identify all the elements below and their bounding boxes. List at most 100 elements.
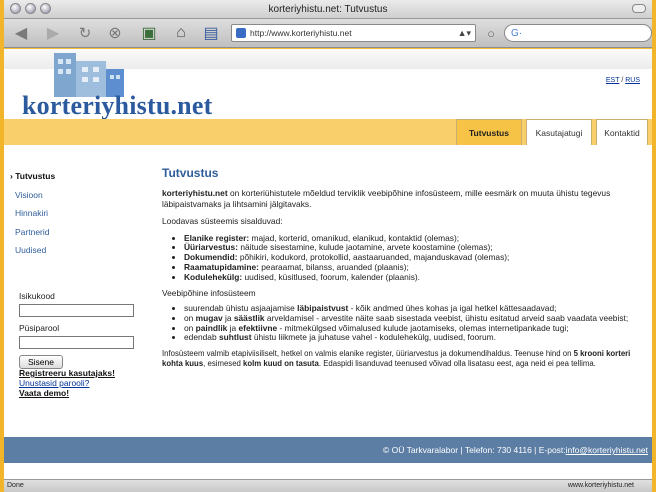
login-form: Isikukood Püsiparool Sisene xyxy=(19,291,149,369)
footer-email-link[interactable]: info@korteriyhistu.net xyxy=(566,445,648,455)
page-footer: © OÜ Tarkvaralabor | Telefon: 730 4116 |… xyxy=(4,437,652,463)
benefit-text: ja xyxy=(222,312,234,323)
list-item: Kodulehekülg: uudised, küsitlused, fooru… xyxy=(184,271,647,283)
module-desc: majad, korterid, omanikud, elanikud, kon… xyxy=(249,232,460,243)
benefits-list: suurendab ühistu asjaajamise läbipaistvu… xyxy=(184,302,647,343)
page-viewport: korteriyhistu.net EST / RUS Tutvustus Ka… xyxy=(4,49,652,479)
home-button[interactable]: ⌂ xyxy=(170,23,192,43)
url-bar[interactable]: http://www.korteriyhistu.net ▲▾ xyxy=(231,24,476,42)
site-brand-logo[interactable]: korteriyhistu.net xyxy=(22,91,212,121)
module-name: Raamatupidamine: xyxy=(184,261,259,272)
module-desc: näitude sisestamine, kulude jaotamine, a… xyxy=(238,242,493,253)
modules-heading: Loodavas süsteemis sisalduvad: xyxy=(162,216,283,226)
status-url: www.korteriyhistu.net xyxy=(567,482,634,489)
sidebar-item-visioon[interactable]: Visioon xyxy=(4,186,154,205)
benefit-text: on xyxy=(184,312,196,323)
module-name: Dokumendid: xyxy=(184,252,238,263)
bookmark-icon: ▣ xyxy=(141,25,157,42)
window-titlebar: korteriyhistu.net: Tutvustus xyxy=(4,0,652,19)
personal-code-input[interactable] xyxy=(19,304,134,317)
search-input[interactable]: G· xyxy=(504,24,652,42)
footer-text: © OÜ Tarkvaralabor | Telefon: 730 4116 |… xyxy=(382,445,566,455)
lang-rus-link[interactable]: RUS xyxy=(625,77,640,84)
benefit-text: on xyxy=(184,322,196,333)
language-switcher: EST / RUS xyxy=(606,77,640,84)
reload-button[interactable]: ↻ xyxy=(74,23,96,43)
password-label: Püsiparool xyxy=(19,323,60,333)
module-desc: pearaamat, bilanss, aruanded (plaanis); xyxy=(258,261,409,272)
benefit-keyword: säästlik xyxy=(233,312,265,323)
toolbar-toggle-button[interactable] xyxy=(632,4,646,13)
sidebar-item-tutvustus[interactable]: › Tutvustus xyxy=(4,167,154,186)
free-period-highlight: kolm kuud on tasuta xyxy=(243,358,319,368)
status-bar: Done www.korteriyhistu.net xyxy=(4,479,652,492)
benefit-keyword: efektiivne xyxy=(238,322,278,333)
forward-arrow-icon: ▶ xyxy=(46,25,60,42)
benefit-text: suurendab ühistu asjaajamise xyxy=(184,302,298,313)
main-content: Tutvustus korteriyhistu.net on korteriüh… xyxy=(162,166,647,375)
benefit-keyword: paindlik xyxy=(195,322,228,333)
module-desc: uudised, küsitlused, foorum, kalender (p… xyxy=(242,271,421,282)
modules-list: Elanike register: majad, korterid, omani… xyxy=(184,232,647,283)
go-icon: ○ xyxy=(487,25,495,41)
stop-button[interactable]: ⊗ xyxy=(104,23,126,43)
module-name: Kodulehekülg: xyxy=(184,271,243,282)
intro-paragraph: korteriyhistu.net on korteriühistutele m… xyxy=(162,188,647,209)
book-icon: ▤ xyxy=(203,25,219,42)
url-text: http://www.korteriyhistu.net xyxy=(250,28,352,38)
bookmark-button[interactable]: ▣ xyxy=(138,23,160,43)
closing-text: , esimesed xyxy=(203,358,244,368)
closing-text: Infosüsteem valmib etapiviisiliselt, het… xyxy=(162,349,574,359)
closing-paragraph: Infosüsteem valmib etapiviisiliselt, het… xyxy=(162,349,647,368)
history-button[interactable]: ▤ xyxy=(200,23,222,43)
go-button[interactable]: ○ xyxy=(482,23,500,43)
sidebar-item-hinnakiri[interactable]: Hinnakiri xyxy=(4,204,154,223)
module-name: Elanike register: xyxy=(184,232,250,243)
tab-kontaktid[interactable]: Kontaktid xyxy=(596,119,648,145)
benefit-text: - mitmekülgsed võimalused kulude jaotami… xyxy=(277,322,569,333)
login-button[interactable]: Sisene xyxy=(19,355,63,369)
demo-link[interactable]: Vaata demo! xyxy=(19,388,115,398)
forward-button[interactable]: ▶ xyxy=(40,23,66,43)
back-arrow-icon: ◀ xyxy=(14,25,28,42)
window-title: korteriyhistu.net: Tutvustus xyxy=(268,4,388,15)
intro-text: on korteriühistutele mõeldud terviklik v… xyxy=(162,188,611,209)
closing-text: . Edaspidi lisanduvad teenused võivad ol… xyxy=(318,358,596,368)
forgot-password-link[interactable]: Unustasid parooli? xyxy=(19,378,115,388)
benefit-text: edendab xyxy=(184,332,219,343)
benefit-keyword: mugav xyxy=(195,312,223,323)
register-link[interactable]: Registreeru kasutajaks! xyxy=(19,368,115,378)
stop-icon: ⊗ xyxy=(108,25,122,42)
module-desc: põhikiri, kodukord, protokollid, aastaar… xyxy=(237,252,510,263)
back-button[interactable]: ◀ xyxy=(8,23,34,43)
lock-icon: ▲▾ xyxy=(457,27,471,38)
browser-toolbar: ◀ ▶ ↻ ⊗ ▣ ⌂ ▤ http://www.korteriyhistu.n… xyxy=(4,19,652,48)
intro-brand: korteriyhistu.net xyxy=(162,188,228,198)
home-icon: ⌂ xyxy=(176,24,186,41)
search-engine-icon: G· xyxy=(511,27,523,39)
sidebar-item-uudised[interactable]: Uudised xyxy=(4,241,154,260)
benefit-text: ja xyxy=(227,322,239,333)
page-title: Tutvustus xyxy=(162,166,219,180)
password-input[interactable] xyxy=(19,336,134,349)
sidebar: › Tutvustus Visioon Hinnakiri Partnerid … xyxy=(4,167,154,260)
web-heading: Veebipõhine infosüsteem xyxy=(162,288,256,299)
benefit-text: - kõik andmed ühes kohas ja igal hetkel … xyxy=(348,302,557,313)
benefit-keyword: läbipaistvust xyxy=(297,302,349,313)
tab-bar: Tutvustus Kasutajatugi Kontaktid xyxy=(4,119,652,145)
lang-est-link[interactable]: EST xyxy=(606,77,620,84)
tab-kasutajatugi[interactable]: Kasutajatugi xyxy=(526,119,592,145)
benefit-text: ühistu liikmete ja juhatuse vahel - kodu… xyxy=(251,332,496,343)
benefit-keyword: suhtlust xyxy=(218,332,252,343)
list-item: edendab suhtlust ühistu liikmete ja juha… xyxy=(184,332,647,343)
site-favicon xyxy=(236,28,246,38)
reload-icon: ↻ xyxy=(78,25,92,42)
user-label: Isikukood xyxy=(19,291,55,301)
status-text: Done xyxy=(7,482,24,489)
module-name: Üüriarvestus: xyxy=(184,242,238,253)
sidebar-nav: › Tutvustus Visioon Hinnakiri Partnerid … xyxy=(4,167,154,260)
sidebar-item-partnerid[interactable]: Partnerid xyxy=(4,223,154,242)
sidebar-links: Registreeru kasutajaks! Unustasid parool… xyxy=(19,368,115,398)
tab-tutvustus[interactable]: Tutvustus xyxy=(456,119,522,145)
benefit-text: arveldamisel - arvestite näite saab sise… xyxy=(264,312,629,323)
